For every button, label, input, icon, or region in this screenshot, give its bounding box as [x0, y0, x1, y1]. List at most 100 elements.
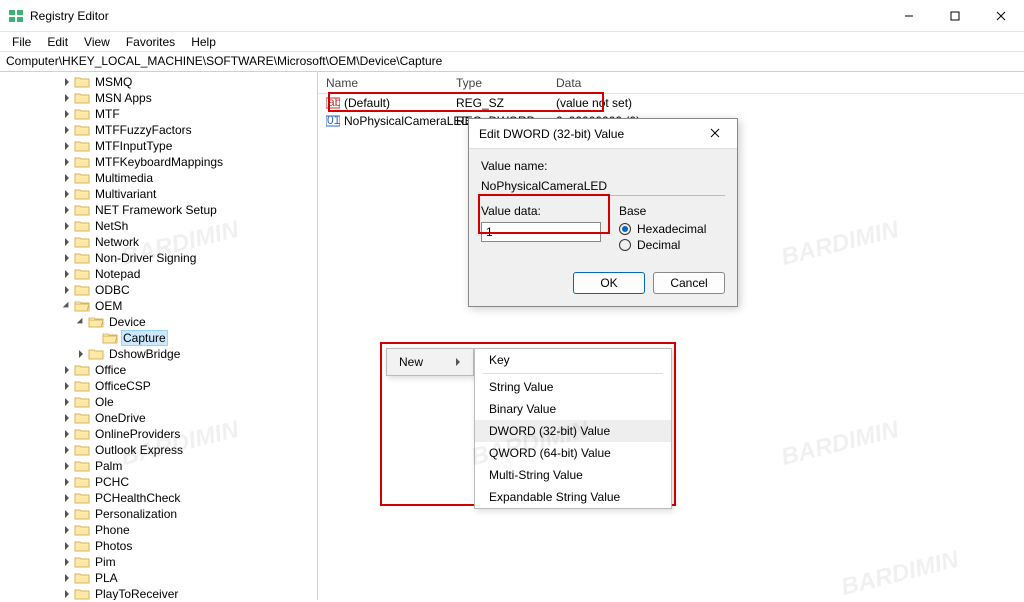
chevron-right-icon[interactable]	[60, 126, 74, 134]
chevron-right-icon[interactable]	[60, 190, 74, 198]
chevron-right-icon[interactable]	[60, 286, 74, 294]
ctx-item-qword[interactable]: QWORD (64-bit) Value	[475, 442, 671, 464]
menu-view[interactable]: View	[76, 33, 118, 51]
tree-item-label: Ole	[93, 395, 116, 409]
tree-item-label: Non-Driver Signing	[93, 251, 198, 265]
ctx-item-string[interactable]: String Value	[475, 376, 671, 398]
tree-item[interactable]: Pim	[4, 554, 317, 570]
chevron-right-icon[interactable]	[60, 382, 74, 390]
ok-button[interactable]: OK	[573, 272, 645, 294]
col-name[interactable]: Name	[318, 76, 448, 90]
chevron-right-icon[interactable]	[60, 494, 74, 502]
chevron-right-icon[interactable]	[60, 254, 74, 262]
chevron-right-icon[interactable]	[60, 206, 74, 214]
ctx-item-dword[interactable]: DWORD (32-bit) Value	[475, 420, 671, 442]
tree-item[interactable]: MSMQ	[4, 74, 317, 90]
minimize-button[interactable]	[886, 0, 932, 31]
ctx-new[interactable]: New	[387, 349, 473, 375]
tree-item[interactable]: DshowBridge	[4, 346, 317, 362]
menu-edit[interactable]: Edit	[39, 33, 76, 51]
tree-item[interactable]: Non-Driver Signing	[4, 250, 317, 266]
chevron-right-icon[interactable]	[60, 414, 74, 422]
tree-item[interactable]: MTFInputType	[4, 138, 317, 154]
ctx-item-multistring[interactable]: Multi-String Value	[475, 464, 671, 486]
chevron-right-icon	[455, 355, 461, 369]
tree-item[interactable]: Palm	[4, 458, 317, 474]
tree-item[interactable]: Personalization	[4, 506, 317, 522]
chevron-right-icon[interactable]	[60, 398, 74, 406]
tree-item-label: MTFInputType	[93, 139, 174, 153]
close-button[interactable]	[978, 0, 1024, 31]
tree-item[interactable]: PCHC	[4, 474, 317, 490]
tree-item[interactable]: PlayToReceiver	[4, 586, 317, 600]
tree-item[interactable]: ODBC	[4, 282, 317, 298]
ctx-new-label: New	[399, 355, 423, 369]
tree-item[interactable]: MTF	[4, 106, 317, 122]
chevron-right-icon[interactable]	[60, 574, 74, 582]
radio-hex[interactable]: Hexadecimal	[619, 222, 725, 236]
tree-item[interactable]: PLA	[4, 570, 317, 586]
chevron-right-icon[interactable]	[60, 174, 74, 182]
chevron-down-icon[interactable]	[60, 302, 74, 310]
tree-item[interactable]: Ole	[4, 394, 317, 410]
dialog-close-button[interactable]	[703, 127, 727, 141]
folder-icon	[74, 251, 90, 265]
tree-item[interactable]: Capture	[4, 330, 317, 346]
chevron-right-icon[interactable]	[60, 526, 74, 534]
ctx-item-key[interactable]: Key	[475, 349, 671, 371]
tree-item[interactable]: MTFFuzzyFactors	[4, 122, 317, 138]
menu-help[interactable]: Help	[183, 33, 224, 51]
value-row[interactable]: ab(Default)REG_SZ(value not set)	[318, 94, 1024, 112]
chevron-right-icon[interactable]	[60, 78, 74, 86]
chevron-right-icon[interactable]	[60, 270, 74, 278]
tree-item[interactable]: Multivariant	[4, 186, 317, 202]
chevron-right-icon[interactable]	[60, 366, 74, 374]
maximize-button[interactable]	[932, 0, 978, 31]
tree-item[interactable]: Phone	[4, 522, 317, 538]
tree-pane[interactable]: MSMQMSN AppsMTFMTFFuzzyFactorsMTFInputTy…	[0, 72, 318, 600]
tree-item[interactable]: Device	[4, 314, 317, 330]
tree-item[interactable]: Network	[4, 234, 317, 250]
chevron-down-icon[interactable]	[74, 318, 88, 326]
chevron-right-icon[interactable]	[60, 222, 74, 230]
tree-item[interactable]: PCHealthCheck	[4, 490, 317, 506]
tree-item[interactable]: NetSh	[4, 218, 317, 234]
chevron-right-icon[interactable]	[74, 350, 88, 358]
chevron-right-icon[interactable]	[60, 558, 74, 566]
radio-dec[interactable]: Decimal	[619, 238, 725, 252]
chevron-right-icon[interactable]	[60, 238, 74, 246]
tree-item[interactable]: OneDrive	[4, 410, 317, 426]
ctx-item-binary[interactable]: Binary Value	[475, 398, 671, 420]
tree-item[interactable]: Notepad	[4, 266, 317, 282]
tree-item[interactable]: Photos	[4, 538, 317, 554]
chevron-right-icon[interactable]	[60, 94, 74, 102]
cancel-button[interactable]: Cancel	[653, 272, 725, 294]
chevron-right-icon[interactable]	[60, 142, 74, 150]
ctx-item-expandable[interactable]: Expandable String Value	[475, 486, 671, 508]
chevron-right-icon[interactable]	[60, 542, 74, 550]
chevron-right-icon[interactable]	[60, 158, 74, 166]
chevron-right-icon[interactable]	[60, 110, 74, 118]
menu-favorites[interactable]: Favorites	[118, 33, 183, 51]
tree-item[interactable]: Office	[4, 362, 317, 378]
chevron-right-icon[interactable]	[60, 446, 74, 454]
chevron-right-icon[interactable]	[60, 510, 74, 518]
chevron-right-icon[interactable]	[60, 430, 74, 438]
tree-item[interactable]: Multimedia	[4, 170, 317, 186]
tree-item[interactable]: OEM	[4, 298, 317, 314]
col-type[interactable]: Type	[448, 76, 548, 90]
tree-item[interactable]: OfficeCSP	[4, 378, 317, 394]
chevron-right-icon[interactable]	[60, 462, 74, 470]
tree-item[interactable]: MTFKeyboardMappings	[4, 154, 317, 170]
tree-item[interactable]: OnlineProviders	[4, 426, 317, 442]
address-bar[interactable]: Computer\HKEY_LOCAL_MACHINE\SOFTWARE\Mic…	[0, 52, 1024, 72]
tree-item[interactable]: MSN Apps	[4, 90, 317, 106]
menu-file[interactable]: File	[4, 33, 39, 51]
tree-item[interactable]: NET Framework Setup	[4, 202, 317, 218]
chevron-right-icon[interactable]	[60, 478, 74, 486]
chevron-right-icon[interactable]	[60, 590, 74, 598]
string-value-icon: ab	[326, 96, 340, 110]
col-data[interactable]: Data	[548, 76, 1024, 90]
value-data-input[interactable]	[481, 222, 601, 242]
tree-item[interactable]: Outlook Express	[4, 442, 317, 458]
